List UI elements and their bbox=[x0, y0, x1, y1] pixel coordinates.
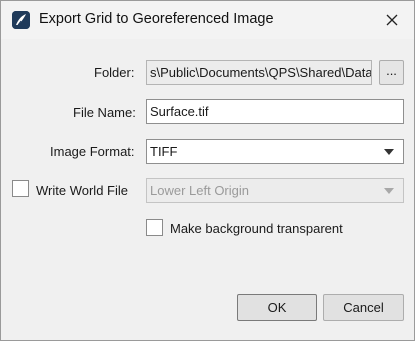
chevron-down-icon bbox=[384, 149, 394, 155]
image-format-value: TIFF bbox=[150, 144, 178, 159]
app-icon bbox=[12, 11, 30, 29]
world-file-origin-select[interactable]: Lower Left Origin bbox=[146, 178, 404, 203]
write-world-file-label[interactable]: Write World File bbox=[36, 183, 128, 198]
window-title: Export Grid to Georeferenced Image bbox=[39, 11, 274, 27]
image-format-label: Image Format: bbox=[50, 144, 135, 159]
transparent-background-label[interactable]: Make background transparent bbox=[170, 221, 343, 236]
export-dialog: Export Grid to Georeferenced Image Folde… bbox=[0, 0, 415, 341]
folder-field[interactable]: s\Public\Documents\QPS\Shared\Data bbox=[146, 60, 372, 85]
write-world-file-checkbox[interactable] bbox=[12, 180, 29, 197]
image-format-select[interactable]: TIFF bbox=[146, 139, 404, 164]
transparent-background-checkbox[interactable] bbox=[146, 219, 163, 236]
chevron-down-icon bbox=[384, 188, 394, 194]
close-icon[interactable] bbox=[382, 10, 402, 30]
cancel-button[interactable]: Cancel bbox=[323, 294, 404, 321]
browse-folder-button[interactable]: ... bbox=[379, 60, 404, 85]
file-name-input[interactable]: Surface.tif bbox=[146, 99, 404, 124]
world-file-origin-value: Lower Left Origin bbox=[150, 183, 249, 198]
title-bar: Export Grid to Georeferenced Image bbox=[1, 1, 414, 39]
ok-button[interactable]: OK bbox=[237, 294, 317, 321]
file-name-label: File Name: bbox=[73, 105, 136, 120]
folder-label: Folder: bbox=[94, 65, 135, 80]
